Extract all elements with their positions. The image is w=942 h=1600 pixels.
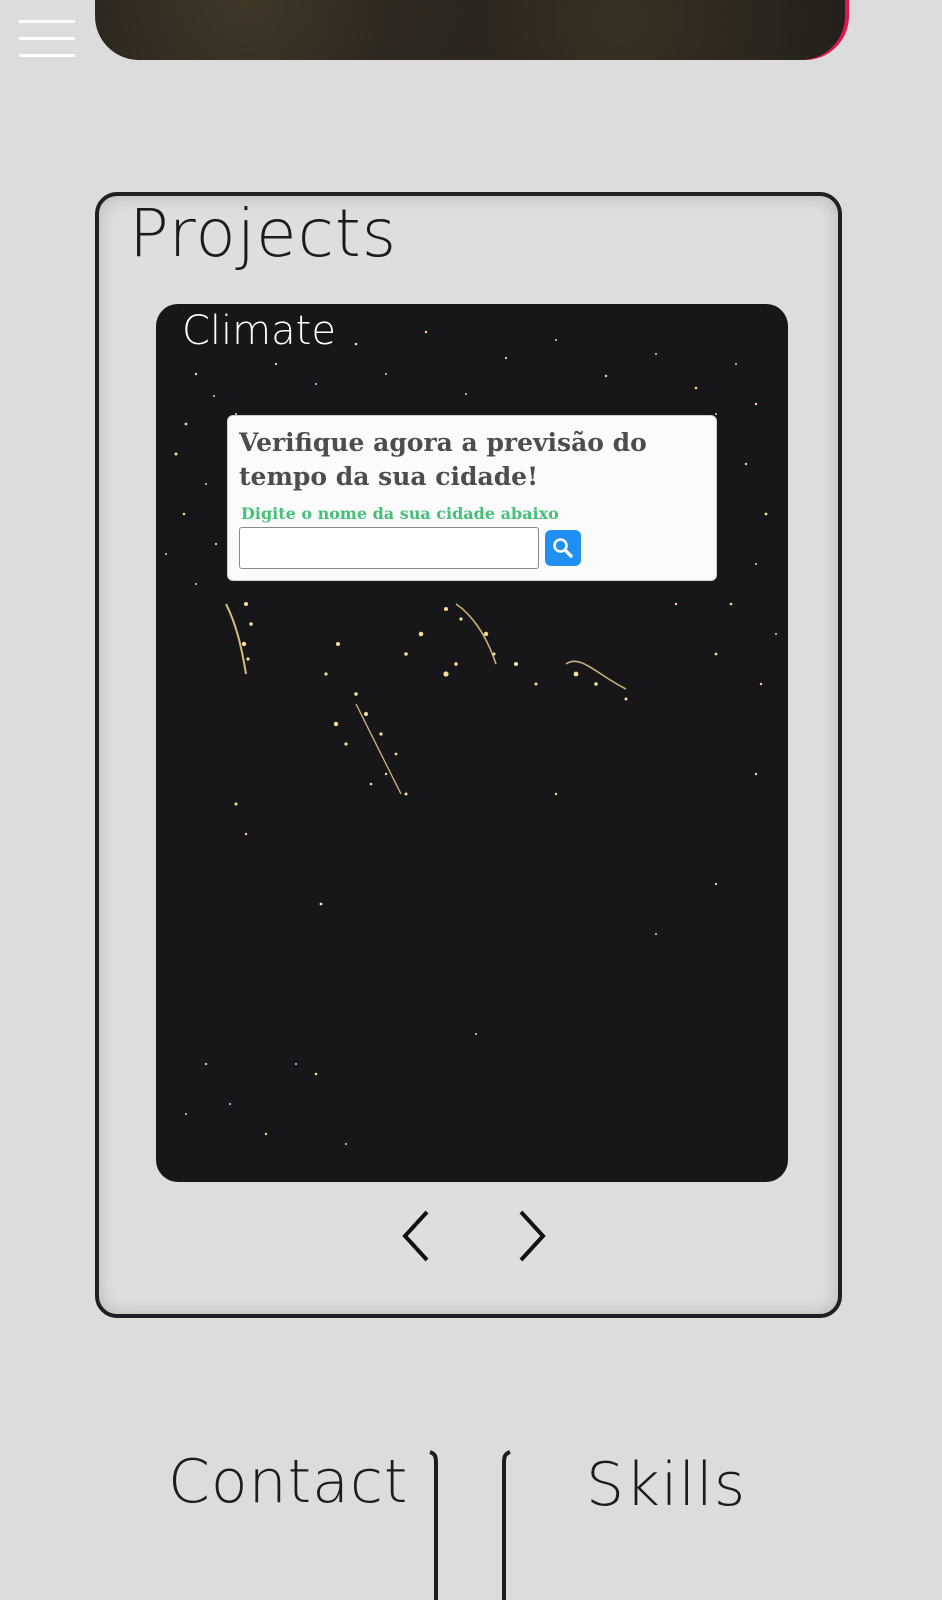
nav-divider	[502, 1450, 511, 1600]
chevron-right-icon	[519, 1210, 546, 1262]
carousel-prev-button[interactable]	[397, 1206, 437, 1266]
projects-title: Projects	[129, 195, 398, 272]
weather-widget: Verifique agora a previsão do tempo da s…	[227, 415, 717, 581]
contact-link[interactable]: Contact	[168, 1447, 408, 1517]
project-name: Climate	[182, 308, 336, 354]
weather-heading: Verifique agora a previsão do tempo da s…	[239, 428, 647, 491]
search-button[interactable]	[545, 530, 581, 566]
menu-line	[19, 54, 75, 57]
city-search-input[interactable]	[239, 527, 539, 569]
menu-line	[19, 37, 75, 40]
project-preview[interactable]: Climate Verifique agora a previsão do te…	[156, 304, 788, 1182]
carousel-next-button[interactable]	[511, 1206, 551, 1266]
nav-divider	[429, 1450, 438, 1600]
projects-section: Projects Climate Verifique agora a previ…	[95, 192, 842, 1318]
search-icon	[553, 538, 573, 558]
weather-hint: Digite o nome da sua cidade abaixo	[241, 504, 559, 523]
hamburger-menu-icon[interactable]	[19, 18, 75, 60]
chevron-left-icon	[402, 1210, 429, 1262]
top-banner	[95, 0, 845, 60]
search-row	[239, 527, 705, 569]
menu-line	[19, 20, 75, 23]
skills-link[interactable]: Skills	[586, 1450, 746, 1520]
